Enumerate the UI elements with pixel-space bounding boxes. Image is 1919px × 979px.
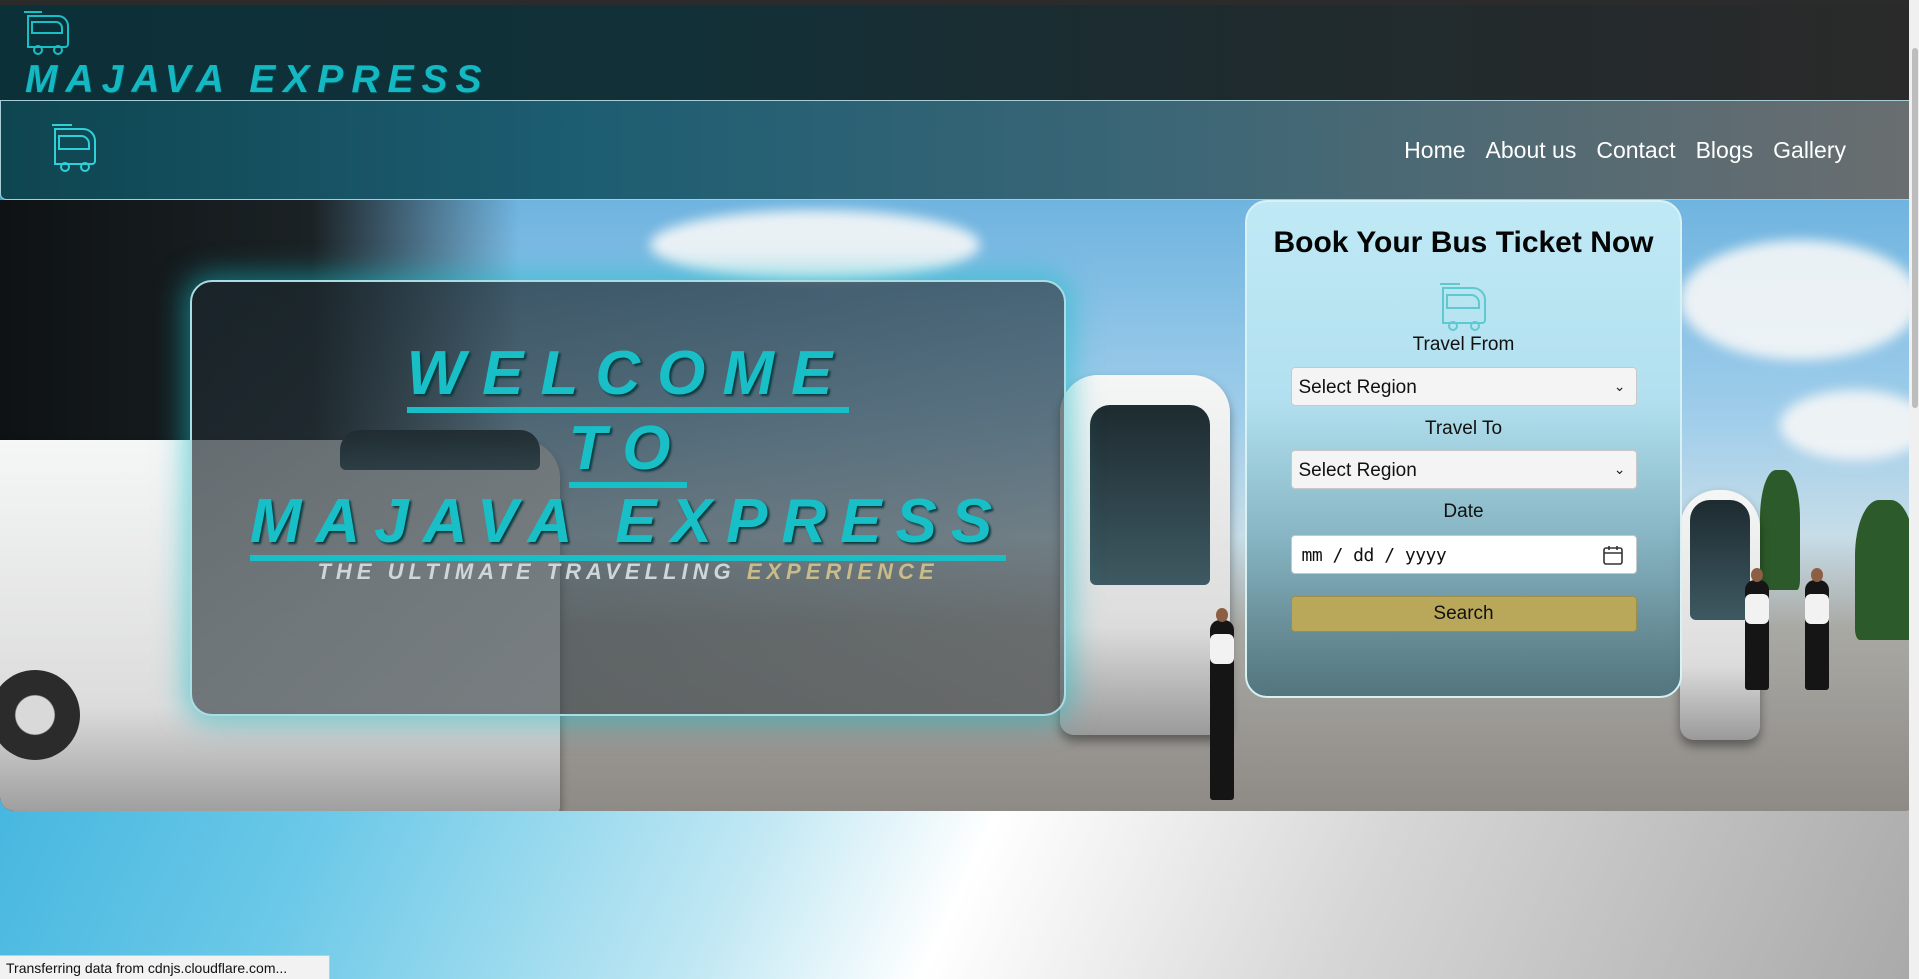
cloud [1780,390,1919,460]
bus-icon[interactable] [49,123,101,177]
browser-status-bar: Transferring data from cdnjs.cloudflare.… [0,955,330,979]
top-header: MAJAVA EXPRESS [0,0,1919,101]
search-button[interactable]: Search [1290,596,1637,632]
date-label: Date [1443,501,1484,522]
travel-from-label: Travel From [1412,334,1515,355]
travel-from-select[interactable]: Select Region ⌄ [1290,367,1637,406]
welcome-heading-brand: MAJAVA EXPRESS [192,486,1064,561]
welcome-heading: WELCOME [192,338,1064,413]
nav-gallery[interactable]: Gallery [1773,137,1846,164]
travel-to-select[interactable]: Select Region ⌄ [1290,450,1637,489]
cloud [650,210,980,280]
tagline: THE ULTIMATE TRAVELLING EXPERIENCE [317,559,939,584]
cloud [1680,240,1919,360]
booking-form: Book Your Bus Ticket Now Travel From Sel… [1245,200,1682,698]
person [1210,608,1234,800]
bus-icon [24,11,69,55]
main-navbar: Home About us Contact Blogs Gallery [0,100,1919,200]
nav-links: Home About us Contact Blogs Gallery [1404,137,1846,164]
travel-to-label: Travel To [1424,418,1503,439]
person [1805,568,1829,690]
chevron-down-icon: ⌄ [1613,461,1626,477]
bus-center [1060,375,1230,735]
nav-about-us[interactable]: About us [1486,137,1577,164]
chevron-down-icon: ⌄ [1613,378,1626,394]
calendar-icon[interactable] [1602,544,1624,566]
nav-contact[interactable]: Contact [1596,137,1675,164]
tree [1760,470,1800,590]
page-scrollbar[interactable] [1909,0,1919,979]
nav-blogs[interactable]: Blogs [1696,137,1754,164]
booking-title: Book Your Bus Ticket Now [1273,226,1654,259]
brand-title: MAJAVA EXPRESS [25,58,490,101]
scrollbar-thumb[interactable] [1912,48,1918,408]
tree [1855,500,1915,640]
bus-icon [1439,283,1486,331]
date-input[interactable]: mm / dd / yyyy [1290,535,1637,574]
welcome-heading-to: TO [192,413,1064,488]
nav-home[interactable]: Home [1404,137,1465,164]
person [1745,568,1769,690]
welcome-card: WELCOME TO MAJAVA EXPRESS THE ULTIMATE T… [190,280,1066,716]
